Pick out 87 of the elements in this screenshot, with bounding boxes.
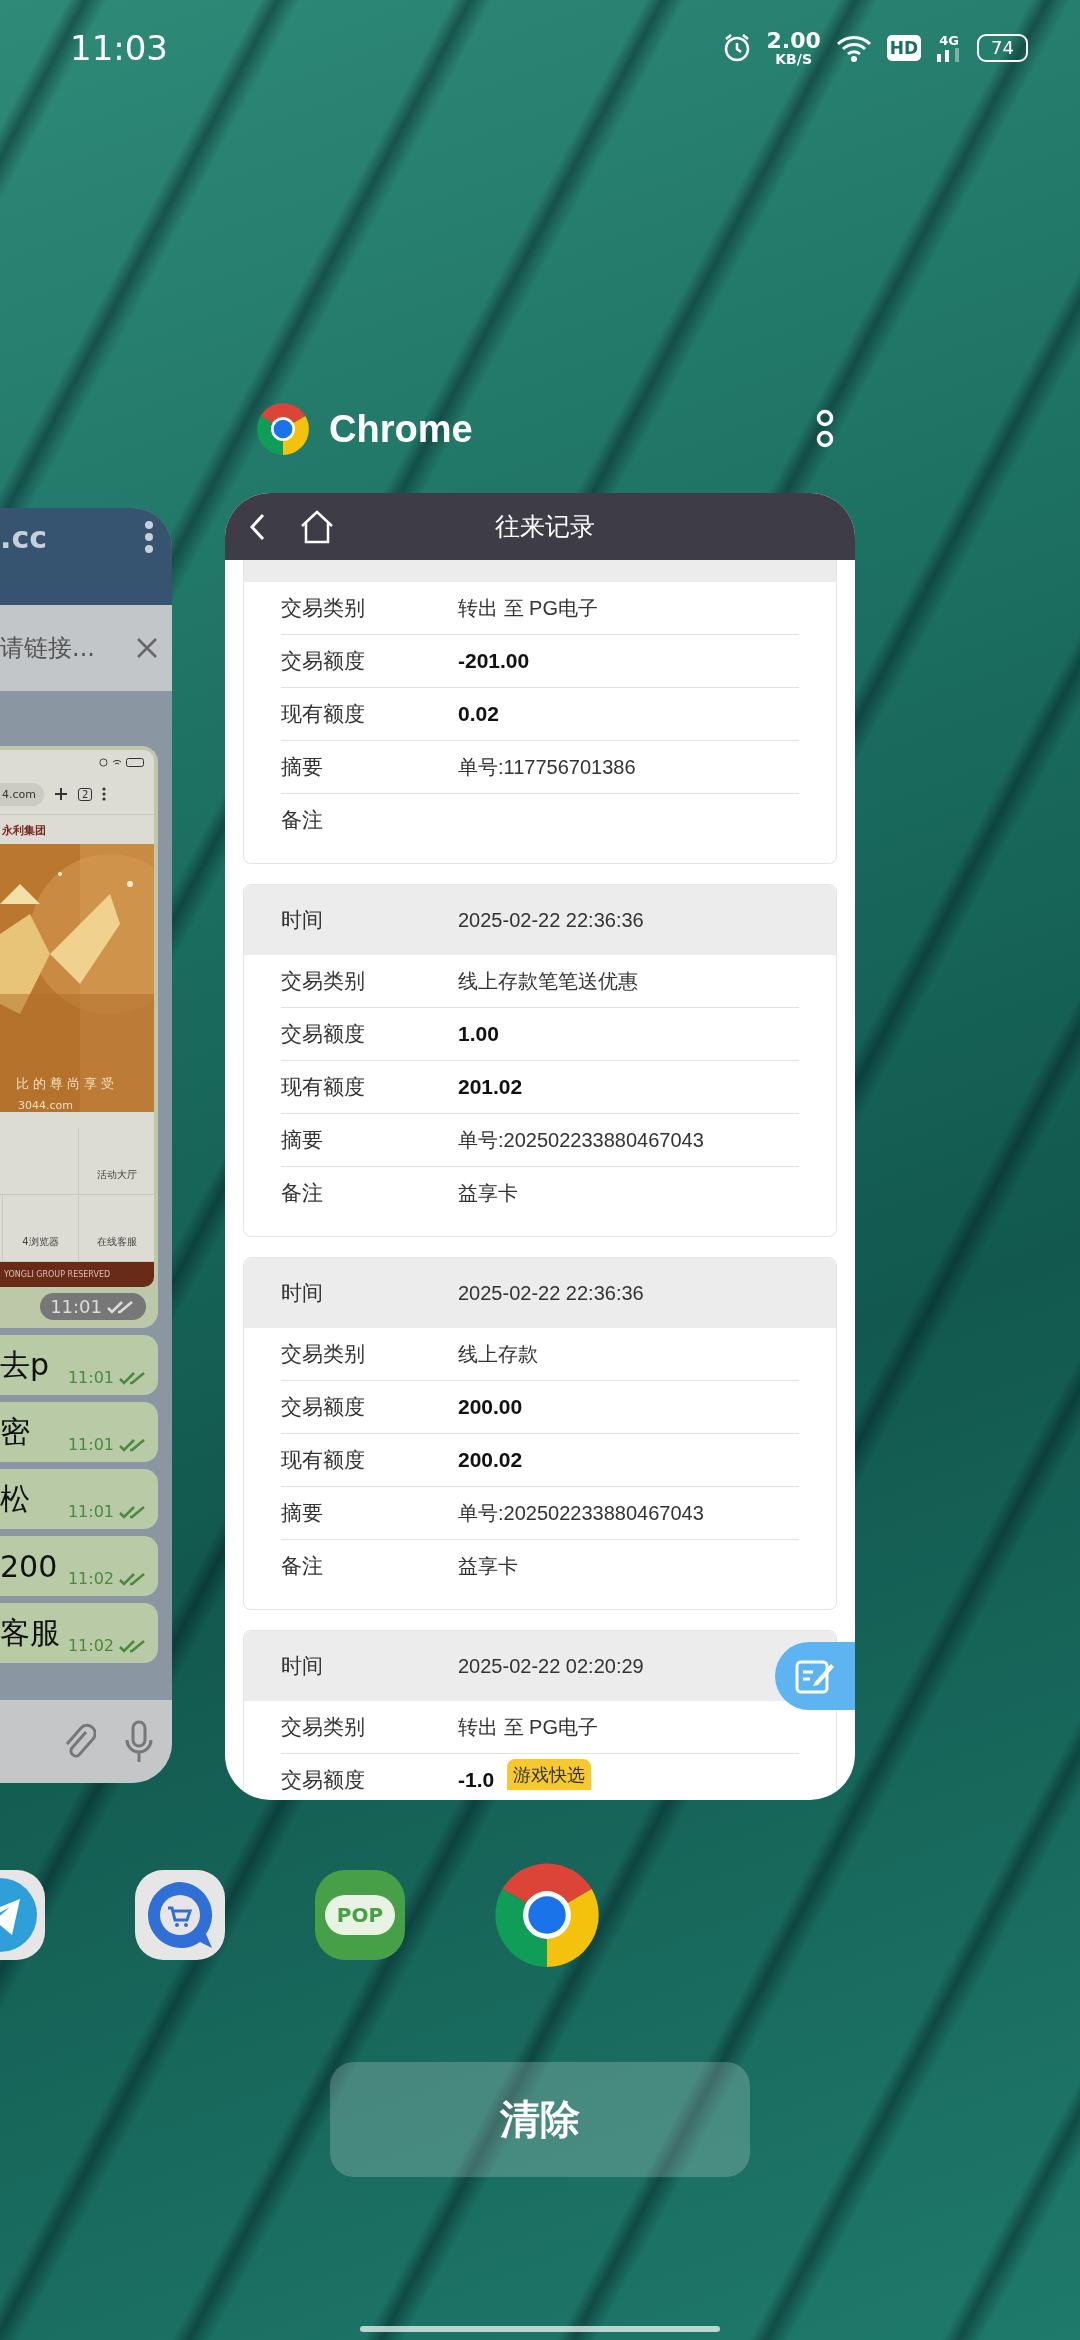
field-value: 线上存款笔笔送优惠: [458, 968, 638, 994]
field-label: 备注: [281, 807, 324, 834]
network-type: 4G: [939, 33, 959, 48]
close-icon[interactable]: [136, 637, 158, 659]
field-label: 交易类别: [281, 1341, 366, 1368]
field-value: 转出 至 PG电子: [458, 1714, 598, 1740]
message-time: 11:01: [67, 1435, 148, 1462]
field-value: 线上存款: [458, 1341, 538, 1367]
back-icon: [249, 512, 265, 541]
field-value: 单号:202502233880467043: [458, 1500, 704, 1526]
battery-level: 74: [977, 33, 1028, 62]
app-name: Chrome: [329, 407, 474, 451]
message-time: 11:01: [67, 1368, 148, 1395]
message-text: 松: [0, 1479, 30, 1518]
shopping-cart-app-icon[interactable]: [135, 1870, 225, 1960]
clock: 11:03: [70, 27, 169, 68]
clear-button[interactable]: 清除: [330, 2062, 750, 2177]
field-label: 交易类别: [281, 1714, 366, 1741]
field-value: 2025-02-22 22:36:36: [458, 1281, 644, 1305]
field-label: 交易类别: [281, 968, 366, 995]
field-label: 现有额度: [281, 701, 366, 728]
field-label: 时间: [281, 1653, 324, 1680]
alarm-icon: [99, 757, 108, 767]
field-label: 摘要: [281, 1127, 324, 1154]
app-preview-card[interactable]: .cc 请链接... 4.com 2 永利集团 比的尊尚享受 3044.com 活动大厅 4浏览器 在线客服 YONGLI GROUP RESERVED 11:01 去p 11:01 密 11:01 松 11:01 200 11:02 客服 11:02: [0, 508, 172, 1783]
field-value: -1.0: [458, 1768, 495, 1792]
field-value: -201.00: [458, 649, 530, 673]
field-label: 时间: [281, 907, 324, 934]
hd-badge: HD: [886, 34, 922, 61]
menu-item: 在线客服: [78, 1195, 154, 1261]
network-speed: 2.00 KB/S: [766, 29, 821, 66]
footer-text: YONGLI GROUP RESERVED: [0, 1262, 154, 1287]
field-label: 备注: [281, 1180, 324, 1207]
message-time: 11:02: [67, 1636, 148, 1663]
game-shortcut-badge[interactable]: 游戏快选: [507, 1759, 591, 1791]
field-value: 益享卡: [458, 1553, 518, 1579]
more-icon[interactable]: [144, 520, 154, 554]
field-label: 交易类别: [281, 595, 366, 622]
message-time: 11:02: [67, 1569, 148, 1596]
menu-item: 4浏览器: [2, 1195, 78, 1261]
field-value: 单号:117756701386: [458, 754, 636, 780]
field-label: 时间: [281, 1280, 324, 1307]
field-value: 转出 至 PG电子: [458, 595, 598, 621]
battery-icon: [126, 757, 144, 767]
wifi-icon: [112, 757, 122, 767]
address-bar: 4.com: [0, 782, 44, 806]
field-label: 交易额度: [281, 648, 366, 675]
field-value: 单号:202502233880467043: [458, 1127, 704, 1153]
field-label: 交易额度: [281, 1021, 366, 1048]
home-icon: [299, 509, 335, 544]
microphone-icon[interactable]: [124, 1719, 154, 1764]
field-value: 1.00: [458, 1022, 499, 1046]
edit-icon: [795, 1658, 835, 1694]
field-label: 摘要: [281, 754, 324, 781]
chrome-icon: [257, 403, 309, 455]
field-label: 摘要: [281, 1500, 324, 1527]
message-text: 密: [0, 1412, 30, 1451]
message-text: 客服: [0, 1613, 60, 1652]
field-label: 交易额度: [281, 1767, 366, 1794]
banner-website: 3044.com: [17, 1099, 74, 1112]
field-value: 0.02: [458, 702, 499, 726]
field-value: 201.02: [458, 1075, 523, 1099]
plus-icon: [54, 787, 68, 801]
field-label: 备注: [281, 1553, 324, 1580]
brand-name: 永利集团: [1, 823, 47, 839]
field-value: 益享卡: [458, 1180, 518, 1206]
menu-item: 活动大厅: [78, 1128, 154, 1194]
field-label: 交易额度: [281, 1394, 366, 1421]
more-icon[interactable]: [815, 409, 835, 449]
field-value: 2025-02-22 02:20:29: [458, 1654, 644, 1678]
tab-count: 2: [78, 787, 93, 801]
more-icon: [102, 787, 107, 801]
chrome-app-icon: [495, 1863, 599, 1967]
banner-slogan: 比的尊尚享受: [15, 1075, 119, 1093]
app-preview-card[interactable]: [225, 493, 855, 1800]
message-text: 200: [0, 1548, 58, 1584]
page-title: 往来记录: [495, 511, 595, 543]
chat-title: .cc: [0, 520, 47, 555]
pinned-text: 请链接...: [0, 633, 95, 664]
message-time: 11:01: [67, 1502, 148, 1529]
field-value: 2025-02-22 22:36:36: [458, 908, 644, 932]
field-value: 200.00: [458, 1395, 523, 1419]
message-time: 11:01: [40, 1293, 146, 1320]
field-value: 200.02: [458, 1448, 523, 1472]
message-text: 去p: [0, 1345, 50, 1384]
field-label: 现有额度: [281, 1074, 366, 1101]
field-label: 现有额度: [281, 1447, 366, 1474]
